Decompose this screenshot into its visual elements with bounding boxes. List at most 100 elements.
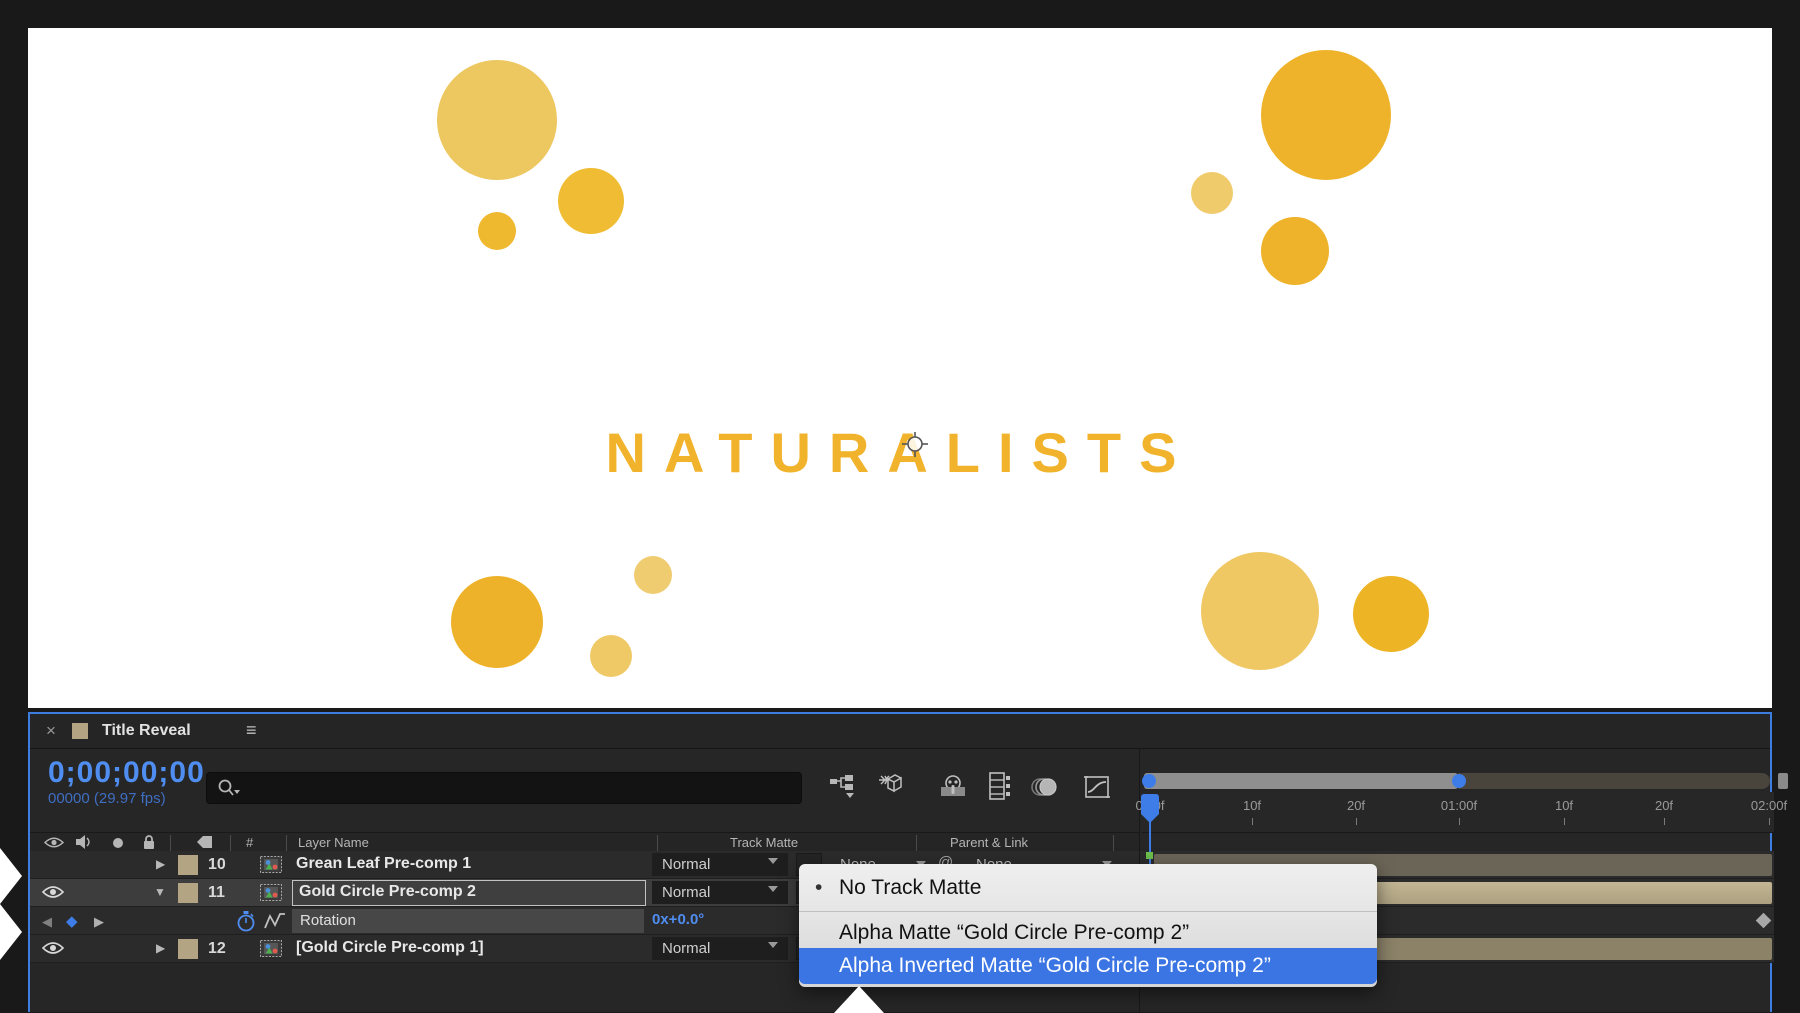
eye-icon[interactable] xyxy=(42,940,64,956)
tab-title[interactable]: Title Reveal xyxy=(102,722,191,740)
edge-chevron xyxy=(0,848,22,904)
selected-bullet-icon: • xyxy=(815,871,822,904)
precomp-icon xyxy=(260,856,282,873)
ruler-tick-label: 02:00f xyxy=(1751,798,1787,813)
layer-color-swatch[interactable] xyxy=(178,883,198,903)
menu-item[interactable]: Alpha Inverted Matte “Gold Circle Pre-co… xyxy=(799,948,1377,984)
navigator-visible-range[interactable] xyxy=(1144,773,1458,789)
graph-toggle-icon[interactable] xyxy=(264,912,286,930)
layer-name[interactable]: Gold Circle Pre-comp 2 xyxy=(299,883,476,901)
lock-column-icon xyxy=(142,834,156,850)
frame-count: 00000 (29.97 fps) xyxy=(48,790,166,807)
tab-close-icon[interactable]: × xyxy=(46,721,56,741)
layer-name[interactable]: Grean Leaf Pre-comp 1 xyxy=(296,855,471,873)
blend-mode-dropdown[interactable]: Normal xyxy=(652,853,788,876)
rotation-value[interactable]: 0x+0.0° xyxy=(652,911,704,928)
ruler-tick-label: 20f xyxy=(1655,798,1673,813)
rotate-tool-cursor-icon xyxy=(900,430,930,460)
blend-mode-dropdown[interactable]: Normal xyxy=(652,937,788,960)
3d-draft-icon[interactable] xyxy=(874,770,908,804)
navigator-handle-right[interactable] xyxy=(1452,774,1466,788)
edge-chevron xyxy=(0,904,22,960)
video-column-icon xyxy=(44,835,64,850)
ruler-tick-label: 10f xyxy=(1555,798,1573,813)
chevron-down-icon xyxy=(768,942,778,948)
parent-link-column-header: Parent & Link xyxy=(950,835,1028,850)
current-timecode[interactable]: 0;00;00;00 xyxy=(48,756,205,790)
chevron-down-icon xyxy=(768,886,778,892)
layer-color-swatch[interactable] xyxy=(178,855,198,875)
track-matte-menu: •No Track Matte Alpha Matte “Gold Circle … xyxy=(799,864,1377,987)
audio-column-icon xyxy=(74,834,92,850)
motion-blur-icon[interactable] xyxy=(1028,770,1062,804)
ruler-tick-mark xyxy=(1356,818,1357,825)
layer-color-swatch[interactable] xyxy=(178,939,198,959)
ruler-tick-mark xyxy=(1769,818,1770,825)
navigator-hidden-range[interactable] xyxy=(1458,773,1770,789)
expand-arrow-icon[interactable]: ▶ xyxy=(156,857,165,871)
comp-flowchart-icon[interactable] xyxy=(826,770,860,804)
gold-circle xyxy=(451,576,543,668)
work-area-in-marker xyxy=(1146,852,1153,859)
gold-circle xyxy=(478,212,516,250)
gold-circle xyxy=(437,60,557,180)
ruler-tick-mark xyxy=(1664,818,1665,825)
layer-number: 10 xyxy=(208,856,226,874)
comp-marker-bin[interactable] xyxy=(1778,773,1788,789)
layer-number: 11 xyxy=(208,884,225,902)
gold-circle xyxy=(590,635,632,677)
collapse-arrow-icon[interactable]: ▼ xyxy=(154,885,166,899)
layer-number: 12 xyxy=(208,940,226,958)
time-ruler[interactable]: 0:00f10f20f01:00f10f20f02:00f xyxy=(1142,792,1774,833)
ruler-tick-label: 20f xyxy=(1347,798,1365,813)
shy-layers-icon[interactable] xyxy=(936,770,970,804)
gold-circle xyxy=(1261,50,1391,180)
chevron-down-icon xyxy=(768,858,778,864)
ruler-tick-mark xyxy=(1459,818,1460,825)
prev-keyframe-icon[interactable]: ◀ xyxy=(42,914,52,930)
gold-circle xyxy=(1353,576,1429,652)
menu-item[interactable]: •No Track Matte xyxy=(799,871,1377,904)
expand-arrow-icon[interactable]: ▶ xyxy=(156,941,165,955)
layer-name-editing-box[interactable]: Gold Circle Pre-comp 2 xyxy=(292,880,646,906)
composition-viewer: NATURALISTS xyxy=(28,28,1772,708)
keyframe-toggle-icon[interactable]: ◆ xyxy=(66,912,78,930)
precomp-icon xyxy=(260,940,282,957)
ruler-tick-label: 10f xyxy=(1243,798,1261,813)
timeline-tabbar: × Title Reveal ≡ xyxy=(30,714,1770,749)
menu-separator xyxy=(799,911,1377,912)
navigator-handle-left[interactable] xyxy=(1142,774,1156,788)
property-name[interactable]: Rotation xyxy=(300,912,356,929)
layer-name-column-header: Layer Name xyxy=(298,835,369,850)
gold-circle xyxy=(1201,552,1319,670)
gold-circle xyxy=(634,556,672,594)
search-icon xyxy=(217,778,241,798)
menu-item[interactable]: Alpha Matte “Gold Circle Pre-comp 2” xyxy=(799,916,1377,949)
timeline-panel: × Title Reveal ≡ 0;00;00;00 00000 (29.97… xyxy=(28,712,1772,1012)
stopwatch-icon[interactable] xyxy=(236,910,256,932)
timeline-navigator[interactable] xyxy=(1142,772,1774,790)
solo-column-icon xyxy=(112,837,124,849)
number-column-header: # xyxy=(246,835,253,850)
blend-mode-dropdown[interactable]: Normal xyxy=(652,881,788,904)
graph-editor-icon[interactable] xyxy=(1080,770,1114,804)
gold-circle xyxy=(1191,172,1233,214)
gold-circle xyxy=(1261,217,1329,285)
track-matte-column-header: Track Matte xyxy=(730,835,798,850)
eye-icon[interactable] xyxy=(42,884,64,900)
next-keyframe-icon[interactable]: ▶ xyxy=(94,914,104,930)
comp-color-swatch xyxy=(72,723,88,739)
search-input[interactable] xyxy=(206,772,802,804)
label-column-icon xyxy=(196,834,214,850)
ruler-tick-mark xyxy=(1564,818,1565,825)
panel-menu-icon[interactable]: ≡ xyxy=(246,720,257,741)
playhead[interactable] xyxy=(1141,794,1159,814)
property-name-box[interactable]: Rotation xyxy=(292,909,644,933)
frame-blend-icon[interactable] xyxy=(982,770,1016,804)
layer-name[interactable]: [Gold Circle Pre-comp 1] xyxy=(296,939,484,957)
ruler-tick-mark xyxy=(1252,818,1253,825)
precomp-icon xyxy=(260,884,282,901)
mouse-cursor xyxy=(834,986,884,1013)
gold-circle xyxy=(558,168,624,234)
ruler-tick-label: 01:00f xyxy=(1441,798,1477,813)
